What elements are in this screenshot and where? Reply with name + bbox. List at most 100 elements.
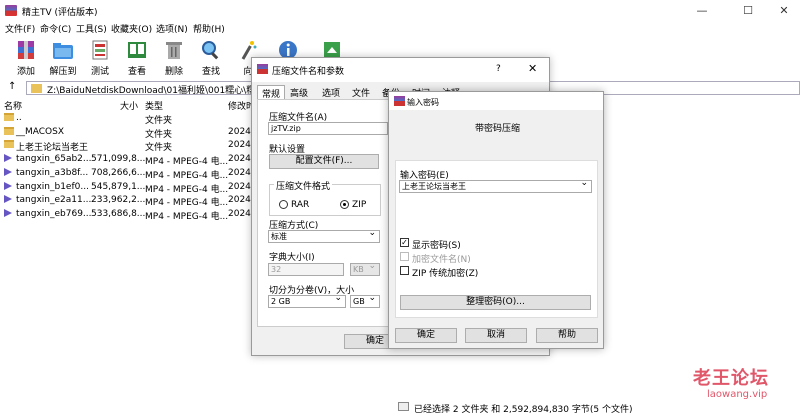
profiles-button[interactable]: 配置文件(F)... (269, 154, 379, 169)
menu-options[interactable]: 选项(N) (156, 22, 188, 35)
tab-options[interactable]: 选项 (318, 85, 344, 99)
video-file-icon (4, 167, 12, 176)
toolbar-extract-label: 解压到 (49, 67, 77, 77)
dict-unit-select[interactable]: KB (350, 261, 380, 276)
file-type: MP4 - MPEG-4 电... (145, 170, 229, 181)
watermark-url: laowang.vip (707, 389, 768, 400)
split-unit-select[interactable]: GB (350, 293, 380, 308)
tab-advanced[interactable]: 高级 (286, 85, 312, 99)
file-row[interactable]: tangxin_65ab2... 571,099,8... MP4 - MPEG-4… (0, 154, 260, 167)
file-row[interactable]: 上老王论坛当老王 文件夹 2024/ (0, 140, 260, 153)
file-row[interactable]: tangxin_a3b8f... 708,266,6... MP4 - MPEG-4… (0, 167, 260, 181)
encrypt-names-checkbox[interactable] (400, 252, 409, 261)
folder-icon (31, 84, 42, 93)
format-rar-radio[interactable] (279, 200, 288, 209)
minimize-button[interactable]: — (688, 2, 716, 20)
file-name: __MACOSX (16, 126, 65, 137)
toolbar-delete-label: 删除 (164, 67, 183, 77)
file-row[interactable]: tangxin_e2a11... 233,962,2... MP4 - MPEG-4… (0, 195, 260, 208)
organize-passwords-button[interactable]: 整理密码(O)... (400, 295, 591, 310)
file-name: tangxin_e2a11... (16, 195, 92, 206)
archive-dialog-icon (257, 64, 268, 74)
toolbar-delete-button[interactable]: 删除 (156, 36, 192, 80)
archive-dialog-title: 压缩文件名和参数 (272, 67, 345, 77)
maximize-button[interactable]: ☐ (734, 2, 762, 20)
file-name: tangxin_a3b8f... (16, 167, 89, 178)
toolbar-test-button[interactable]: 测试 (82, 36, 118, 80)
app-icon (5, 5, 17, 16)
show-password-label: 显示密码(S) (412, 241, 461, 251)
file-name: tangxin_eb769... (16, 208, 92, 219)
password-dialog-icon (394, 96, 405, 106)
toolbar-add-label: 添加 (16, 67, 35, 77)
menu-favorites[interactable]: 收藏夹(O) (111, 22, 152, 35)
column-type[interactable]: 类型 (145, 99, 163, 112)
method-select[interactable]: 标准 (268, 228, 380, 243)
title-bar: 精主TV (评估版本) — ☐ ✕ (0, 0, 800, 22)
file-type: MP4 - MPEG-4 电... (145, 198, 229, 209)
password-ok-button[interactable]: 确定 (395, 328, 457, 343)
help-icon[interactable]: ? (496, 64, 501, 74)
show-password-checkbox[interactable]: ✓ (400, 238, 409, 247)
menu-tools[interactable]: 工具(S) (76, 22, 107, 35)
test-icon (92, 40, 108, 60)
password-dialog: 输入密码 带密码压缩 输入密码(E) 上老王论坛当老王 ✓ 显示密码(S) 加密… (388, 91, 604, 349)
menu-commands[interactable]: 命令(C) (40, 22, 71, 35)
watermark-text: 老王论坛 (693, 368, 769, 389)
dict-input[interactable]: 32 (268, 263, 344, 276)
path-text: Z:\BaiduNetdiskDownload\01福利姬\001糯心\糯主T (47, 86, 270, 96)
password-dialog-titlebar: 输入密码 (389, 92, 603, 110)
menu-help[interactable]: 帮助(H) (193, 22, 225, 35)
magnifier-icon (202, 41, 219, 60)
file-row[interactable]: __MACOSX 文件夹 2024/ (0, 126, 260, 140)
column-size[interactable]: 大小 (120, 99, 138, 112)
toolbar-find-button[interactable]: 查找 (193, 36, 229, 80)
file-row[interactable]: .. 文件夹 (0, 113, 260, 126)
file-size: 708,266,6... (91, 167, 146, 178)
password-dialog-title: 输入密码 (407, 98, 439, 107)
toolbar-extract-button[interactable]: 解压到 (45, 36, 81, 80)
password-help-button[interactable]: 帮助 (536, 328, 598, 343)
zip-legacy-checkbox[interactable] (400, 266, 409, 275)
window-title: 精主TV (评估版本) (22, 8, 98, 18)
extract-folder-icon (53, 43, 73, 59)
video-file-icon (4, 208, 12, 217)
password-input[interactable]: 上老王论坛当老王 (399, 178, 592, 193)
video-file-icon (4, 181, 12, 190)
file-row[interactable]: tangxin_eb769... 533,686,8... MP4 - MPEG-4… (0, 208, 260, 222)
format-zip-radio[interactable] (340, 200, 349, 209)
close-button[interactable]: ✕ (770, 2, 798, 20)
status-bar: 已经选择 2 文件夹 和 2,592,894,830 字节(5 个文件) (0, 399, 800, 415)
encrypt-names-label: 加密文件名(N) (412, 255, 471, 265)
status-text: 已经选择 2 文件夹 和 2,592,894,830 字节(5 个文件) (414, 405, 633, 415)
file-name: 上老王论坛当老王 (16, 143, 89, 154)
tab-files[interactable]: 文件 (348, 85, 374, 99)
file-row[interactable]: tangxin_b1ef0... 545,879,1... MP4 - MPEG-4… (0, 181, 260, 195)
toolbar-view-label: 查看 (127, 67, 146, 77)
trash-icon (166, 42, 182, 59)
file-size: 233,962,2... (91, 195, 146, 206)
dict-label: 字典大小(I) (269, 253, 315, 263)
file-type: MP4 - MPEG-4 电... (145, 211, 229, 222)
password-heading: 带密码压缩 (475, 124, 521, 134)
toolbar-add-button[interactable]: 添加 (8, 36, 44, 80)
file-type: 文件夹 (145, 143, 173, 154)
folder-icon (4, 113, 14, 121)
file-type: 文件夹 (145, 129, 173, 140)
column-name[interactable]: 名称 (4, 99, 22, 112)
zip-legacy-label: ZIP 传统加密(Z) (412, 269, 479, 279)
archive-dialog-titlebar: 压缩文件名和参数 ? ✕ (252, 58, 549, 82)
tab-general[interactable]: 常规 (257, 85, 286, 100)
add-archive-icon (18, 41, 34, 59)
password-cancel-button[interactable]: 取消 (465, 328, 527, 343)
toolbar-view-button[interactable]: 查看 (119, 36, 155, 80)
up-arrow-icon[interactable]: ↑ (8, 81, 16, 92)
file-size: 545,879,1... (91, 181, 146, 192)
split-size-select[interactable]: 2 GB (268, 293, 346, 308)
archive-dialog-close-icon[interactable]: ✕ (528, 62, 537, 75)
file-type: MP4 - MPEG-4 电... (145, 157, 229, 168)
video-file-icon (4, 154, 12, 163)
file-name: tangxin_65ab2... (16, 154, 92, 165)
archive-name-input[interactable]: jzTV.zip (268, 122, 388, 135)
menu-file[interactable]: 文件(F) (5, 22, 35, 35)
